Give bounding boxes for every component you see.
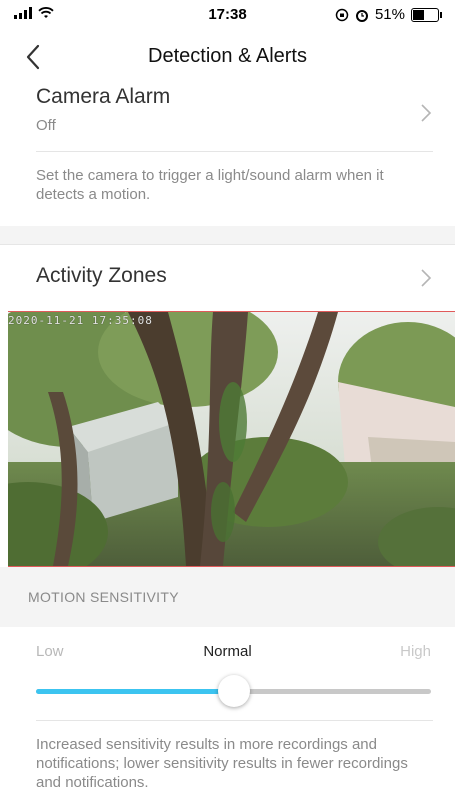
- chevron-right-icon: [421, 104, 432, 122]
- sensitivity-normal-label[interactable]: Normal: [0, 643, 455, 660]
- camera-alarm-description: Set the camera to trigger a light/sound …: [36, 167, 384, 203]
- divider: [36, 720, 433, 721]
- battery-percent: 51%: [374, 6, 405, 23]
- sensitivity-slider-thumb[interactable]: [217, 675, 250, 707]
- section-gap: [0, 226, 455, 245]
- activity-zones-row[interactable]: Activity Zones: [0, 245, 455, 311]
- motion-sensitivity-section: Low Normal High Increased sensitivity re…: [0, 627, 455, 810]
- alarm-clock-icon: [355, 9, 368, 22]
- battery-fill: [413, 9, 425, 20]
- sensitivity-description: Increased sensitivity results in more re…: [36, 736, 408, 791]
- camera-snapshot-image: [8, 312, 455, 566]
- sensitivity-high-label[interactable]: High: [400, 643, 431, 660]
- sensitivity-slider-fill: [36, 689, 234, 694]
- divider: [36, 151, 433, 152]
- chevron-right-icon: [421, 269, 432, 287]
- status-right: 51%: [335, 6, 442, 23]
- nav-bar: Detection & Alerts: [0, 30, 455, 85]
- section-header-label: MOTION SENSITIVITY: [28, 589, 179, 605]
- activity-zone-preview[interactable]: 2020-11-21 17:35:08: [8, 311, 455, 567]
- camera-alarm-label: Camera Alarm: [36, 85, 171, 108]
- status-bar: 17:38 51%: [0, 0, 455, 30]
- orientation-lock-icon: [335, 8, 349, 21]
- camera-alarm-row[interactable]: Camera Alarm Off: [0, 84, 455, 152]
- camera-timestamp: 2020-11-21 17:35:08: [8, 314, 153, 327]
- activity-zones-label: Activity Zones: [36, 264, 167, 287]
- battery-icon: [411, 7, 442, 22]
- camera-alarm-value: Off: [36, 117, 56, 134]
- page-title: Detection & Alerts: [148, 45, 307, 67]
- motion-sensitivity-header: MOTION SENSITIVITY: [0, 567, 455, 627]
